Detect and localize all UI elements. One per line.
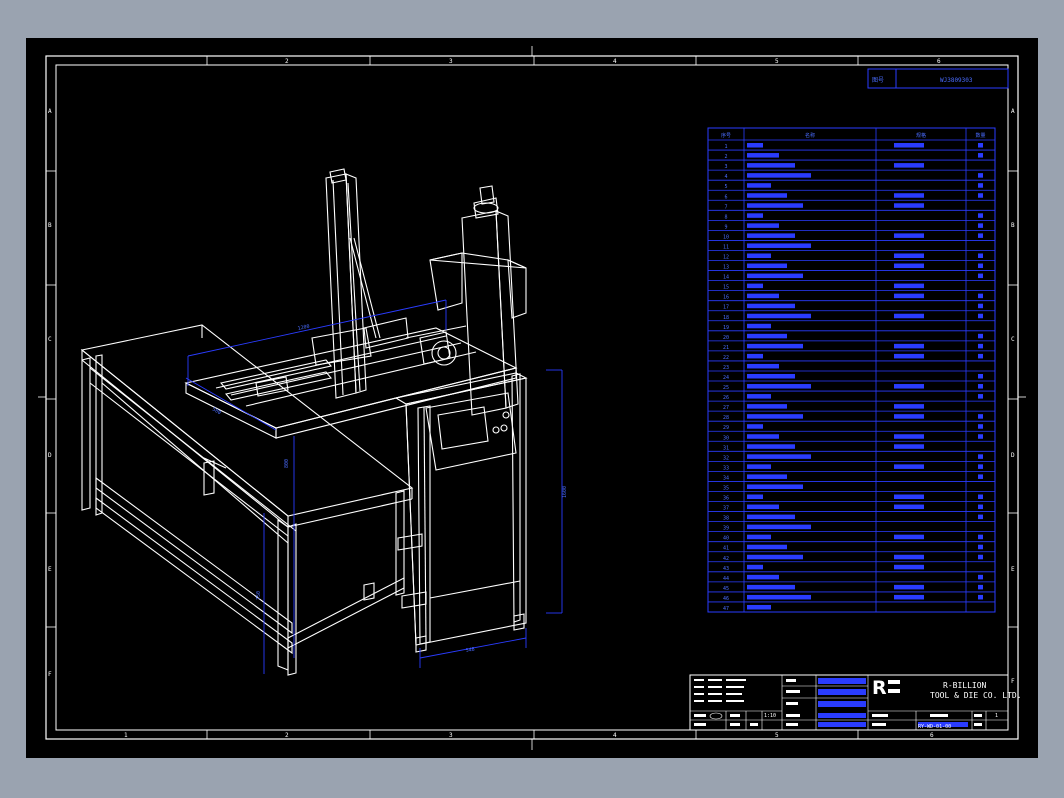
bom-row-number: 9 (724, 224, 727, 230)
zone-left-B: B (48, 222, 52, 229)
bom-row-number: 25 (723, 385, 729, 391)
bom-row-number: 21 (723, 345, 729, 351)
title-block: R R-BILLION TOOL & DIE CO. LTD. 1:10 RY-… (689, 674, 1022, 731)
machine-drawing (80, 168, 528, 676)
zone-right-F: F (1011, 678, 1015, 685)
bom-row-number: 39 (723, 526, 729, 532)
zone-right-E: E (1011, 566, 1015, 573)
bom-row-number: 41 (723, 546, 729, 552)
bom-row-number: 45 (723, 586, 729, 592)
bom-row-number: 16 (723, 295, 729, 301)
bom-row-number: 47 (723, 606, 729, 612)
drawing-number-label: 图号 (872, 77, 884, 84)
zone-bottom-3: 3 (449, 732, 453, 739)
company-name-line2: TOOL & DIE CO. LTD. (930, 691, 1022, 700)
bom-row-number: 33 (723, 465, 729, 471)
dim-bottom-width: 548 (465, 646, 475, 653)
bom-row-number: 24 (723, 375, 729, 381)
bom-header-1: 名称 (805, 132, 815, 139)
dim-left-depth: 580 (211, 407, 222, 417)
zone-top-4: 4 (613, 58, 617, 65)
bom-row-number: 7 (724, 204, 727, 210)
zone-bottom-6: 6 (930, 732, 934, 739)
bom-row-number: 15 (723, 285, 729, 291)
bom-row-number: 40 (723, 536, 729, 542)
zone-bottom-1: 1 (124, 732, 128, 739)
bom-header-0: 序号 (721, 132, 731, 139)
bom-row-number: 30 (723, 435, 729, 441)
zone-top-6: 6 (937, 58, 941, 65)
zone-top-5: 5 (775, 58, 779, 65)
zone-left-F: F (48, 671, 52, 678)
zone-left-E: E (48, 566, 52, 573)
bom-row-number: 8 (724, 214, 727, 220)
zone-top-2: 2 (285, 58, 289, 65)
bom-row-number: 2 (724, 154, 727, 160)
dim-left-height: 750 (256, 591, 262, 600)
bom-row-number: 13 (723, 265, 729, 271)
bom-row-number: 29 (723, 425, 729, 431)
bom-row-number: 27 (723, 405, 729, 411)
bom-row-number: 23 (723, 365, 729, 371)
company-name-line1: R-BILLION (943, 681, 987, 690)
bom-header-3: 数量 (975, 132, 985, 139)
drawing-number-box: 图号 WJ3809303 (867, 68, 1009, 89)
bom-header-2: 规格 (916, 132, 926, 139)
dim-top-width: 1200 (297, 324, 310, 332)
zone-right-A: A (1011, 108, 1015, 115)
cad-viewport[interactable]: 2 3 4 5 6 1 2 3 4 5 6 A B C D E F A B C … (26, 38, 1038, 758)
zone-right-B: B (1011, 222, 1015, 229)
sheet-number: 1 (995, 713, 998, 719)
inner-frame (55, 64, 1009, 731)
zone-left-C: C (48, 336, 52, 343)
drawing-number-value: WJ3809303 (940, 77, 973, 84)
bom-row-number: 28 (723, 415, 729, 421)
zone-bottom-4: 4 (613, 732, 617, 739)
bom-row-number: 17 (723, 305, 729, 311)
bom-row-number: 42 (723, 556, 729, 562)
zone-right-D: D (1011, 452, 1015, 459)
bom-row-number: 12 (723, 255, 729, 261)
bom-row-number: 31 (723, 445, 729, 451)
zone-right-C: C (1011, 336, 1015, 343)
bom-row-number: 19 (723, 325, 729, 331)
zone-bottom-2: 2 (285, 732, 289, 739)
company-logo-letter: R (872, 677, 887, 699)
bom-row-number: 44 (723, 576, 729, 582)
dim-table-height: 800 (284, 459, 290, 468)
drawing-code: RY-WD-01-00 (918, 724, 951, 730)
bom-row-number: 6 (724, 194, 727, 200)
bom-row-number: 5 (724, 184, 727, 190)
bom-row-number: 14 (723, 275, 729, 281)
bom-row-number: 32 (723, 455, 729, 461)
bom-row-number: 10 (723, 234, 729, 240)
bom-row-number: 18 (723, 315, 729, 321)
scale-value: 1:10 (764, 713, 776, 719)
bom-row-number: 34 (723, 475, 729, 481)
dim-total-height: 1600 (562, 486, 568, 498)
bom-row-number: 38 (723, 516, 729, 522)
outer-frame (45, 55, 1019, 740)
bom-row-number: 4 (724, 174, 727, 180)
bom-row-number: 11 (723, 244, 729, 250)
drawing-canvas[interactable]: 2 3 4 5 6 1 2 3 4 5 6 A B C D E F A B C … (26, 38, 1038, 758)
bom-row-number: 37 (723, 506, 729, 512)
bom-row-number: 43 (723, 566, 729, 572)
zone-top-3: 3 (449, 58, 453, 65)
zone-ticks (38, 46, 1026, 750)
bom-row-number: 1 (724, 144, 727, 150)
zone-left-A: A (48, 108, 52, 115)
bom-row-number: 26 (723, 395, 729, 401)
bom-row-number: 36 (723, 496, 729, 502)
bom-table: 序号 名称 规格 数量12345678910111213141516171819202… (707, 127, 996, 613)
bom-row-number: 35 (723, 485, 729, 491)
zone-bottom-5: 5 (775, 732, 779, 739)
bom-row-number: 20 (723, 335, 729, 341)
bom-row-number: 3 (724, 164, 727, 170)
zone-left-D: D (48, 452, 52, 459)
bom-row-number: 22 (723, 355, 729, 361)
bom-row-number: 46 (723, 596, 729, 602)
